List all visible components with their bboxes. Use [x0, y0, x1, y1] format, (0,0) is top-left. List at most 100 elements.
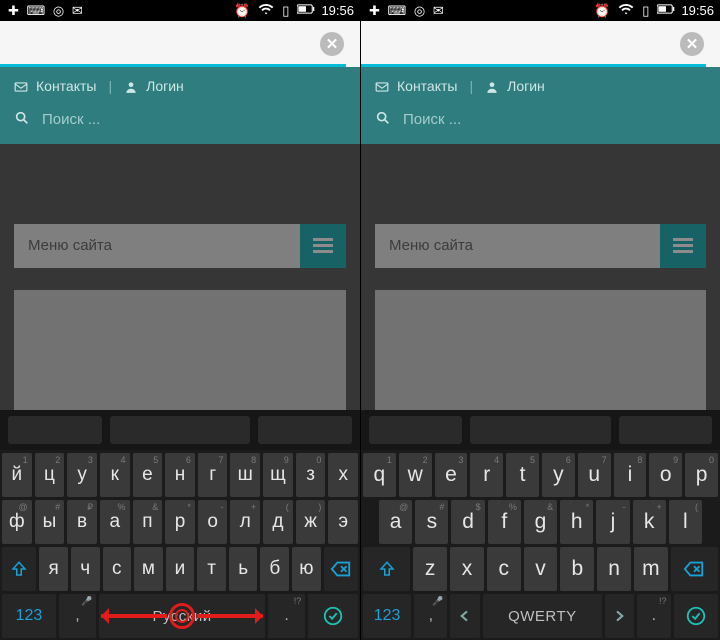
arrow-left-key[interactable] — [450, 594, 480, 638]
key-я[interactable]: я — [39, 547, 68, 591]
key-y[interactable]: y6 — [542, 453, 575, 497]
key-п[interactable]: п& — [133, 500, 163, 544]
key-щ[interactable]: щ9 — [263, 453, 293, 497]
key-k[interactable]: k+ — [633, 500, 666, 544]
key-p[interactable]: p0 — [685, 453, 718, 497]
key-з[interactable]: з0 — [296, 453, 326, 497]
suggestion-pill[interactable] — [8, 416, 102, 444]
key-ю[interactable]: ю — [292, 547, 321, 591]
key-г[interactable]: г7 — [198, 453, 228, 497]
key-l[interactable]: l( — [669, 500, 702, 544]
key-ф[interactable]: ф@ — [2, 500, 32, 544]
key-d[interactable]: d$ — [451, 500, 484, 544]
key-о[interactable]: о- — [198, 500, 228, 544]
key-б[interactable]: б — [260, 547, 289, 591]
key-ц[interactable]: ц2 — [35, 453, 65, 497]
arrow-right-key[interactable] — [605, 594, 635, 638]
key-д[interactable]: д( — [263, 500, 293, 544]
key-с[interactable]: с — [103, 547, 132, 591]
close-icon[interactable]: ✕ — [680, 32, 704, 56]
key-z[interactable]: z — [413, 547, 447, 591]
suggestion-bar[interactable] — [361, 410, 720, 450]
suggestion-pill[interactable] — [258, 416, 352, 444]
key-ж[interactable]: ж) — [296, 500, 326, 544]
shift-key[interactable] — [363, 547, 410, 591]
key-х[interactable]: х — [328, 453, 358, 497]
key-н[interactable]: н6 — [165, 453, 195, 497]
backspace-key[interactable] — [671, 547, 718, 591]
space-key[interactable]: QWERTY — [483, 594, 602, 638]
shift-key[interactable] — [2, 547, 36, 591]
browser-address-bar[interactable]: ✕ — [0, 21, 360, 67]
key-v[interactable]: v — [524, 547, 558, 591]
keyboard-english[interactable]: q1w2e3r4t5y6u7i8o9p0 a@s#d$f%g&h*j-k+l( … — [361, 450, 720, 640]
search-icon[interactable] — [14, 110, 30, 130]
key-ч[interactable]: ч — [71, 547, 100, 591]
key-r[interactable]: r4 — [470, 453, 503, 497]
key-h[interactable]: h* — [560, 500, 593, 544]
user-icon — [124, 77, 138, 93]
key-q[interactable]: q1 — [363, 453, 396, 497]
search-input[interactable]: Поиск ... — [42, 111, 100, 128]
key-n[interactable]: n — [597, 547, 631, 591]
key-в[interactable]: в₽ — [67, 500, 97, 544]
login-link[interactable]: Логин — [146, 78, 184, 94]
key-и[interactable]: и — [166, 547, 195, 591]
key-ш[interactable]: ш8 — [230, 453, 260, 497]
key-л[interactable]: л+ — [230, 500, 260, 544]
mail-icon — [14, 77, 28, 93]
key-у[interactable]: у3 — [67, 453, 97, 497]
suggestion-pill[interactable] — [110, 416, 251, 444]
suggestion-pill[interactable] — [369, 416, 462, 444]
contacts-link[interactable]: Контакты — [397, 78, 457, 94]
key-row-1: й1ц2у3к4е5н6г7ш8щ9з0х — [2, 453, 358, 497]
search-icon[interactable] — [375, 110, 391, 130]
key-f[interactable]: f% — [488, 500, 521, 544]
key-к[interactable]: к4 — [100, 453, 130, 497]
comma-key[interactable]: 🎤 , — [414, 594, 447, 638]
contacts-link[interactable]: Контакты — [36, 78, 96, 94]
key-ь[interactable]: ь — [229, 547, 258, 591]
key-g[interactable]: g& — [524, 500, 557, 544]
key-m[interactable]: m — [634, 547, 668, 591]
key-е[interactable]: е5 — [133, 453, 163, 497]
enter-key[interactable] — [308, 594, 358, 638]
key-й[interactable]: й1 — [2, 453, 32, 497]
key-м[interactable]: м — [134, 547, 163, 591]
period-key[interactable]: !? . — [637, 594, 670, 638]
key-u[interactable]: u7 — [578, 453, 611, 497]
numbers-key[interactable]: 123 — [363, 594, 411, 638]
key-ы[interactable]: ы# — [35, 500, 65, 544]
keyboard-russian[interactable]: й1ц2у3к4е5н6г7ш8щ9з0х ф@ы#в₽а%п&р*о-л+д(… — [0, 450, 360, 640]
backspace-key[interactable] — [324, 547, 358, 591]
key-т[interactable]: т — [197, 547, 226, 591]
numbers-key[interactable]: 123 — [2, 594, 56, 638]
suggestion-pill[interactable] — [470, 416, 610, 444]
key-b[interactable]: b — [560, 547, 594, 591]
key-р[interactable]: р* — [165, 500, 195, 544]
mail-icon: ✉ — [72, 3, 83, 19]
key-w[interactable]: w2 — [399, 453, 432, 497]
key-s[interactable]: s# — [415, 500, 448, 544]
space-key[interactable]: Русский — [99, 594, 265, 638]
key-э[interactable]: э — [328, 500, 358, 544]
key-а[interactable]: а% — [100, 500, 130, 544]
close-icon[interactable]: ✕ — [320, 32, 344, 56]
suggestion-pill[interactable] — [619, 416, 712, 444]
mic-icon: 🎤 — [432, 596, 443, 607]
browser-address-bar[interactable]: ✕ — [361, 21, 720, 67]
key-e[interactable]: e3 — [435, 453, 468, 497]
key-j[interactable]: j- — [596, 500, 629, 544]
key-o[interactable]: o9 — [649, 453, 682, 497]
search-input[interactable]: Поиск ... — [403, 111, 461, 128]
period-key[interactable]: !? . — [268, 594, 305, 638]
enter-key[interactable] — [674, 594, 718, 638]
key-t[interactable]: t5 — [506, 453, 539, 497]
comma-key[interactable]: 🎤 , — [59, 594, 96, 638]
key-x[interactable]: x — [450, 547, 484, 591]
key-i[interactable]: i8 — [614, 453, 647, 497]
suggestion-bar[interactable] — [0, 410, 360, 450]
key-a[interactable]: a@ — [379, 500, 412, 544]
login-link[interactable]: Логин — [507, 78, 545, 94]
key-c[interactable]: c — [487, 547, 521, 591]
